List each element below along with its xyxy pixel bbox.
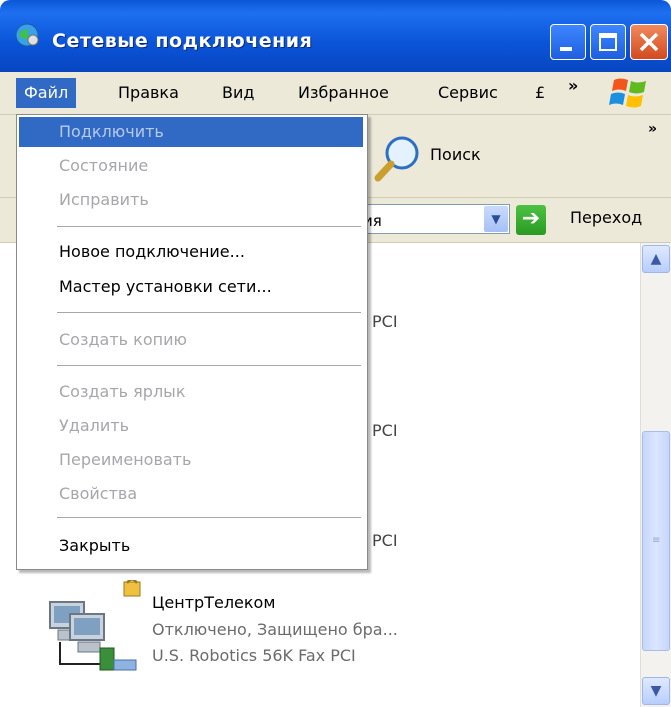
address-dropdown-button[interactable]: ▼ xyxy=(484,206,508,232)
menu-item-close[interactable]: Закрыть xyxy=(19,531,363,561)
search-icon[interactable] xyxy=(370,133,426,185)
scroll-thumb[interactable]: ≡ xyxy=(642,431,670,651)
menu-item-rename[interactable]: Переименовать xyxy=(19,445,363,475)
menu-item-create-shortcut[interactable]: Создать ярлык xyxy=(19,377,363,407)
scroll-down-button[interactable]: ▼ xyxy=(642,677,670,705)
menu-separator xyxy=(57,226,361,227)
menu-item-connect[interactable]: Подключить xyxy=(19,117,363,147)
chevron-down-icon: ▼ xyxy=(650,683,662,699)
menu-tools[interactable]: Сервис xyxy=(430,78,506,108)
close-icon xyxy=(639,32,659,52)
maximize-icon xyxy=(599,33,617,51)
menu-separator xyxy=(57,312,361,313)
connection-device-peek: PCI xyxy=(372,531,398,550)
connection-device-peek: PCI xyxy=(372,421,398,440)
chevron-up-icon: ▲ xyxy=(650,251,662,267)
windows-logo-icon xyxy=(609,78,646,108)
grip-icon: ≡ xyxy=(652,535,661,546)
dialup-connection-icon[interactable] xyxy=(44,580,144,680)
menu-item-network-setup-wizard[interactable]: Мастер установки сети... xyxy=(19,272,363,302)
menu-favorites[interactable]: Избранное xyxy=(290,78,397,108)
close-button[interactable] xyxy=(630,24,668,60)
chevron-down-icon: ▼ xyxy=(491,212,501,226)
menu-item-properties[interactable]: Свойства xyxy=(19,479,363,509)
network-connections-icon xyxy=(15,23,39,47)
menu-file[interactable]: Файл xyxy=(16,78,77,108)
menu-help[interactable]: £ xyxy=(527,78,553,108)
go-button-label[interactable]: Переход xyxy=(570,208,642,227)
connection-device-peek: PCI xyxy=(372,312,398,331)
menu-separator xyxy=(57,517,361,518)
search-button-label[interactable]: Поиск xyxy=(430,145,481,164)
connection-name[interactable]: ЦентрТелеком xyxy=(152,593,275,612)
maximize-button[interactable] xyxy=(590,24,626,60)
connection-status: Отключено, Защищено бра... xyxy=(152,620,398,639)
menu-item-create-copy[interactable]: Создать копию xyxy=(19,325,363,355)
menu-view[interactable]: Вид xyxy=(214,78,262,108)
vertical-scrollbar[interactable]: ▲ ≡ ▼ xyxy=(640,243,671,707)
menu-item-delete[interactable]: Удалить xyxy=(19,411,363,441)
menu-bar: Файл Правка Вид Избранное Сервис £ » xyxy=(0,72,671,115)
connection-device: U.S. Robotics 56K Fax PCI xyxy=(152,646,356,665)
menu-item-status[interactable]: Состояние xyxy=(19,151,363,181)
toolbar-overflow-chevron[interactable]: » xyxy=(648,121,657,137)
minimize-button[interactable] xyxy=(550,24,586,60)
window-title: Сетевые подключения xyxy=(52,30,313,52)
file-menu-dropdown: Подключить Состояние Исправить Новое под… xyxy=(16,114,368,570)
title-bar[interactable]: Сетевые подключения xyxy=(0,0,671,72)
menu-item-new-connection[interactable]: Новое подключение... xyxy=(19,237,363,267)
menu-edit[interactable]: Правка xyxy=(110,78,187,108)
minimize-icon xyxy=(560,47,572,51)
scroll-up-button[interactable]: ▲ xyxy=(642,245,670,273)
menu-item-repair[interactable]: Исправить xyxy=(19,185,363,215)
go-arrow-icon[interactable]: ➔ xyxy=(516,205,546,235)
menu-separator xyxy=(57,365,361,366)
menu-overflow-chevron[interactable]: » xyxy=(568,76,578,95)
